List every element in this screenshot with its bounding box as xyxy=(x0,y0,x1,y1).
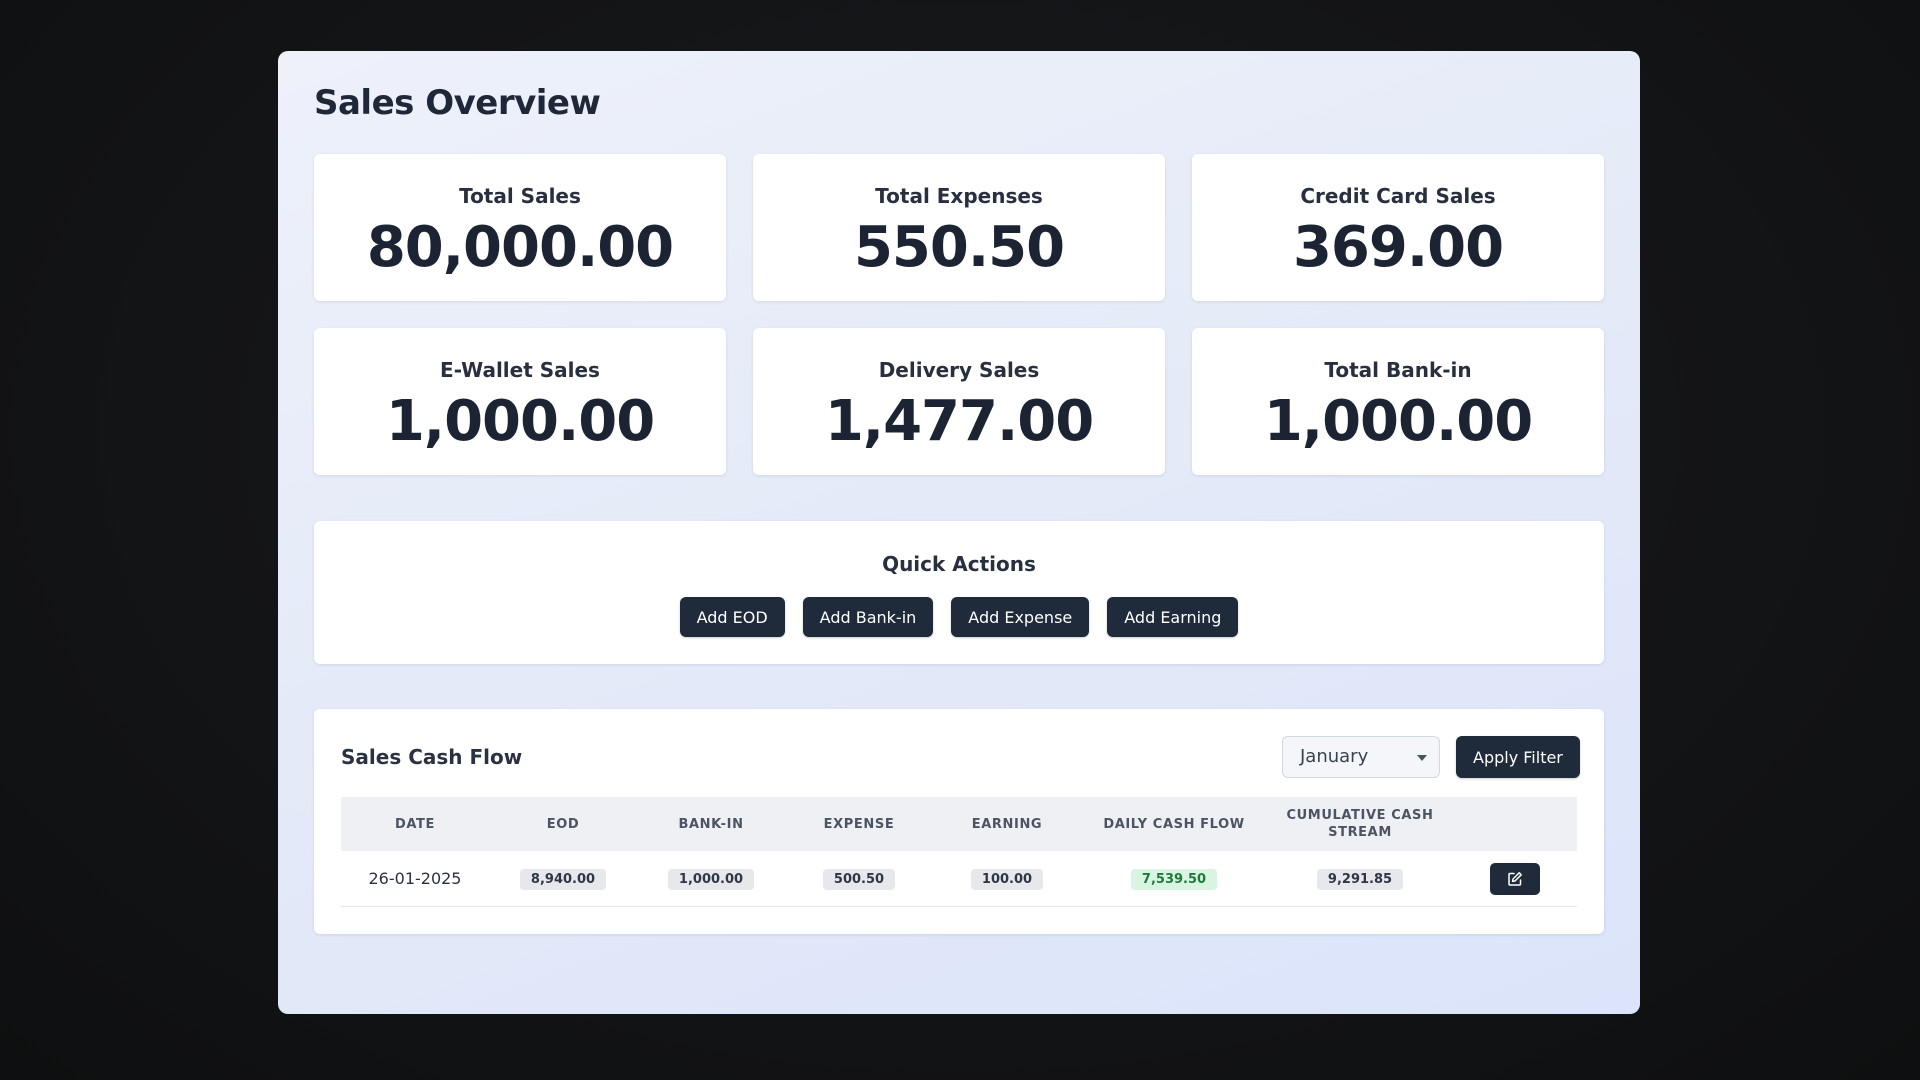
stat-value: 1,000.00 xyxy=(1263,389,1533,454)
month-select[interactable]: January xyxy=(1282,736,1440,778)
stat-value: 369.00 xyxy=(1292,215,1504,280)
stat-label: Total Sales xyxy=(459,184,581,208)
cumulative-value-badge: 9,291.85 xyxy=(1316,868,1404,890)
stat-label: Delivery Sales xyxy=(878,358,1040,382)
table-row: 26-01-2025 8,940.00 1,000.00 500.50 100.… xyxy=(341,851,1577,907)
column-header-date: Date xyxy=(395,816,435,832)
column-header-eod: EOD xyxy=(546,816,580,832)
daily-cash-flow-badge: 7,539.50 xyxy=(1130,868,1218,890)
sales-cash-flow-card: Sales Cash Flow January Apply Filter Dat… xyxy=(314,709,1604,934)
add-earning-button[interactable]: Add Earning xyxy=(1107,597,1239,637)
column-header-expense: Expense xyxy=(823,816,895,832)
cell-daily-cash-flow: 7,539.50 xyxy=(1081,868,1267,890)
cash-flow-title: Sales Cash Flow xyxy=(341,745,523,769)
column-header-daily-cash-flow: Daily Cash Flow xyxy=(1103,816,1245,832)
add-eod-button[interactable]: Add EOD xyxy=(679,597,785,637)
stat-value: 1,000.00 xyxy=(385,389,655,454)
edit-icon xyxy=(1508,871,1522,886)
cell-expense: 500.50 xyxy=(785,868,933,890)
cell-earning: 100.00 xyxy=(933,868,1081,890)
stats-grid: Total Sales 80,000.00 Total Expenses 550… xyxy=(314,154,1604,475)
quick-actions-card: Quick Actions Add EOD Add Bank-in Add Ex… xyxy=(314,521,1604,664)
apply-filter-button[interactable]: Apply Filter xyxy=(1456,736,1580,778)
stat-value: 80,000.00 xyxy=(366,215,674,280)
stat-card-e-wallet-sales: E-Wallet Sales 1,000.00 xyxy=(314,328,726,475)
cell-actions xyxy=(1453,862,1577,895)
earning-value-badge: 100.00 xyxy=(970,868,1044,890)
sales-overview-panel: Sales Overview Total Sales 80,000.00 Tot… xyxy=(278,51,1640,1014)
stat-value: 1,477.00 xyxy=(824,389,1094,454)
month-select-value: January xyxy=(1300,746,1369,767)
quick-actions-buttons: Add EOD Add Bank-in Add Expense Add Earn… xyxy=(314,597,1604,637)
stat-label: Total Bank-in xyxy=(1324,358,1472,382)
quick-actions-title: Quick Actions xyxy=(882,552,1036,576)
cell-bank-in: 1,000.00 xyxy=(637,868,785,890)
column-header-earning: Earning xyxy=(971,816,1043,832)
eod-value-badge: 8,940.00 xyxy=(519,868,607,890)
edit-row-button[interactable] xyxy=(1490,862,1540,895)
stat-card-total-bank-in: Total Bank-in 1,000.00 xyxy=(1192,328,1604,475)
bank-in-value-badge: 1,000.00 xyxy=(667,868,755,890)
stat-card-total-sales: Total Sales 80,000.00 xyxy=(314,154,726,301)
stat-card-credit-card-sales: Credit Card Sales 369.00 xyxy=(1192,154,1604,301)
cell-eod: 8,940.00 xyxy=(489,868,637,890)
stat-label: Total Expenses xyxy=(875,184,1043,208)
chevron-down-icon xyxy=(1417,755,1427,761)
cash-flow-table: Date EOD Bank-in Expense Earning Daily C… xyxy=(341,797,1577,907)
page-title: Sales Overview xyxy=(314,83,601,123)
stat-card-delivery-sales: Delivery Sales 1,477.00 xyxy=(753,328,1165,475)
expense-value-badge: 500.50 xyxy=(822,868,896,890)
column-header-bank-in: Bank-in xyxy=(678,816,744,832)
stat-card-total-expenses: Total Expenses 550.50 xyxy=(753,154,1165,301)
table-header: Date EOD Bank-in Expense Earning Daily C… xyxy=(341,797,1577,851)
stat-label: Credit Card Sales xyxy=(1300,184,1496,208)
add-expense-button[interactable]: Add Expense xyxy=(951,597,1090,637)
cell-cumulative: 9,291.85 xyxy=(1267,868,1453,890)
add-bank-in-button[interactable]: Add Bank-in xyxy=(802,597,934,637)
stat-value: 550.50 xyxy=(853,215,1065,280)
column-header-cumulative-cash-stream: Cumulative Cash Stream xyxy=(1286,808,1434,840)
cell-date: 26-01-2025 xyxy=(368,869,462,888)
stat-label: E-Wallet Sales xyxy=(440,358,600,382)
